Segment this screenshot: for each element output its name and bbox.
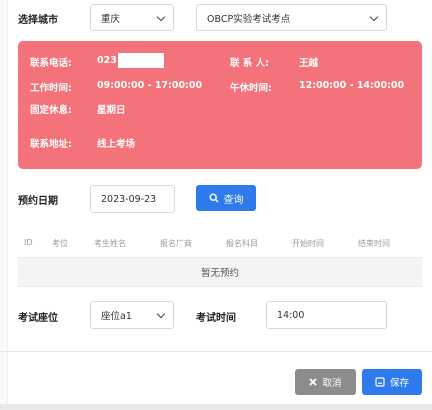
date-input[interactable]: 2023-09-23 (90, 185, 175, 213)
query-button-label: 查询 (223, 194, 244, 206)
phone-redaction (117, 53, 164, 68)
column-header: 考生姓名 (94, 239, 126, 248)
search-icon (208, 193, 219, 203)
city-select-value: 重庆 (101, 13, 121, 25)
table-empty-row: 暂无预约 (18, 257, 422, 287)
close-icon (309, 378, 318, 386)
column-header: 考位 (52, 239, 68, 248)
column-header: ID (24, 238, 33, 247)
lunch-value: 12:00:00 - 14:00:00 (299, 80, 405, 91)
chevron-down-icon (369, 12, 379, 22)
chevron-down-icon (156, 309, 166, 319)
column-header: 报名科目 (226, 239, 258, 248)
address-value: 线上考场 (97, 139, 136, 150)
save-button[interactable]: 保存 (362, 369, 422, 395)
footer-divider (0, 351, 432, 352)
contact-label: 联 系 人: (230, 58, 269, 69)
chevron-down-icon (156, 12, 166, 22)
lunch-label: 午休时间: (230, 83, 272, 94)
seat-select[interactable]: 座位a1 (90, 301, 174, 329)
cancel-button[interactable]: 取消 (295, 369, 356, 395)
rest-label: 固定休息: (30, 105, 72, 116)
city-select[interactable]: 重庆 (90, 4, 174, 31)
column-header: 报名厂商 (160, 239, 192, 248)
phone-label: 联系电话: (30, 58, 72, 69)
phone-value: 023 (97, 53, 164, 68)
modal-bottom-edge (0, 404, 432, 410)
site-select[interactable]: OBCP实验考试考点 (196, 4, 387, 31)
phone-prefix: 023 (97, 55, 117, 66)
modal-left-edge (0, 0, 8, 410)
exam-time-input[interactable]: 14:00 (266, 301, 387, 329)
save-icon (375, 377, 385, 387)
work-time-label: 工作时间: (30, 83, 72, 94)
column-header: 结束时间 (358, 239, 390, 248)
cancel-button-label: 取消 (322, 378, 342, 389)
save-button-label: 保存 (389, 378, 409, 389)
empty-text: 暂无预约 (200, 268, 239, 279)
work-time-value: 09:00:00 - 17:00:00 (97, 80, 203, 91)
column-header: 开始时间 (292, 239, 324, 248)
booking-table-header: ID 考位 考生姓名 报名厂商 报名科目 开始时间 结束时间 (18, 236, 422, 252)
query-button[interactable]: 查询 (196, 185, 256, 211)
exam-time-label: 考试时间 (196, 313, 236, 324)
seat-select-value: 座位a1 (101, 311, 132, 322)
date-input-value: 2023-09-23 (101, 193, 157, 205)
exam-time-value: 14:00 (277, 309, 305, 321)
address-label: 联系地址: (30, 139, 72, 150)
site-info-card: 联系电话: 023 联 系 人: 王越 工作时间: 09:00:00 - 17:… (18, 41, 422, 169)
seat-label: 考试座位 (18, 313, 58, 324)
date-label: 预约日期 (18, 196, 58, 207)
rest-value: 星期日 (97, 105, 126, 116)
site-select-value: OBCP实验考试考点 (207, 13, 291, 25)
contact-value: 王越 (299, 58, 319, 69)
city-label: 选择城市 (18, 15, 58, 26)
